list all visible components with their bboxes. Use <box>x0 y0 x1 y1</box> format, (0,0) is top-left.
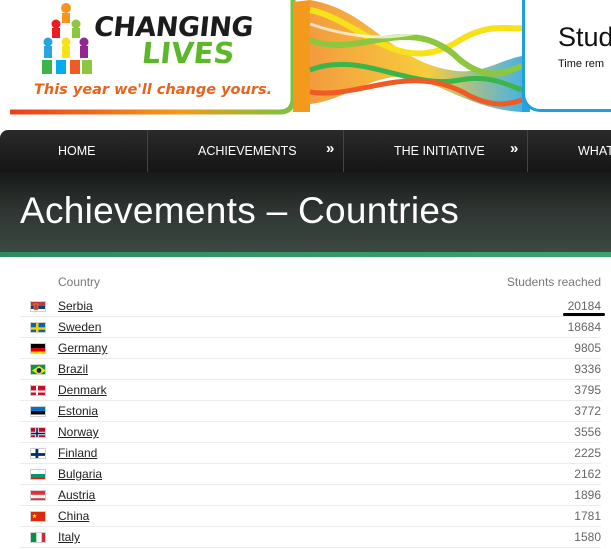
students-count: 2225 <box>574 446 601 460</box>
countries-table: Serbia 20184 Sweden 18684 Germany 9805 B… <box>20 296 601 548</box>
table-row: Germany 9805 <box>20 338 601 359</box>
table-row: Sweden 18684 <box>20 317 601 338</box>
table-row: Denmark 3795 <box>20 380 601 401</box>
table-row: Serbia 20184 <box>20 296 601 317</box>
students-count: 20184 <box>567 299 601 313</box>
header-title: Stud <box>558 22 611 52</box>
table-row: Finland 2225 <box>20 443 601 464</box>
logo-tagline: This year we'll change yours. <box>34 82 273 98</box>
country-link[interactable]: Germany <box>58 341 107 355</box>
site-header: CHANGING LIVES This year we'll change yo… <box>0 0 611 130</box>
nav-divider <box>527 130 528 172</box>
country-link[interactable]: China <box>58 509 89 523</box>
austria-flag-icon <box>30 490 46 501</box>
table-row: China 1781 <box>20 506 601 527</box>
country-link[interactable]: Italy <box>58 530 80 544</box>
country-link[interactable]: Sweden <box>58 320 101 334</box>
annotation-underline <box>563 313 605 316</box>
country-link[interactable]: Austria <box>58 488 95 502</box>
students-count: 1580 <box>574 530 601 544</box>
table-row: Estonia 3772 <box>20 401 601 422</box>
country-link[interactable]: Brazil <box>58 362 88 376</box>
table-row: Brazil 9336 <box>20 359 601 380</box>
estonia-flag-icon <box>30 406 46 417</box>
logo-text-lives: LIVES <box>140 36 237 70</box>
table-row: Austria 1896 <box>20 485 601 506</box>
country-link[interactable]: Norway <box>58 425 99 439</box>
nav-item-the-initiative[interactable]: THE INITIATIVE <box>394 130 485 172</box>
people-tower-icon <box>42 3 92 74</box>
nav-item-home[interactable]: HOME <box>58 130 96 172</box>
students-count: 9805 <box>574 341 601 355</box>
students-count: 1896 <box>574 488 601 502</box>
country-link[interactable]: Bulgaria <box>58 467 102 481</box>
germany-flag-icon <box>30 343 46 354</box>
denmark-flag-icon <box>30 385 46 396</box>
serbia-flag-icon <box>30 301 46 312</box>
students-count: 3772 <box>574 404 601 418</box>
header-subtitle: Time rem <box>558 58 605 70</box>
students-count: 3795 <box>574 383 601 397</box>
nav-divider <box>147 130 148 172</box>
column-header-students-reached: Students reached <box>506 275 601 289</box>
students-count: 9336 <box>574 362 601 376</box>
bulgaria-flag-icon <box>30 469 46 480</box>
italy-flag-icon <box>30 532 46 543</box>
chevron-right-icon[interactable]: » <box>326 140 334 157</box>
china-flag-icon <box>30 511 46 522</box>
table-row: Bulgaria 2162 <box>20 464 601 485</box>
students-count: 2162 <box>574 467 601 481</box>
table-row: Norway 3556 <box>20 422 601 443</box>
column-header-country: Country <box>58 275 101 289</box>
header-info-panel <box>522 0 611 112</box>
chevron-right-icon[interactable]: » <box>510 140 518 157</box>
country-link[interactable]: Finland <box>58 446 97 460</box>
table-row: Italy 1580 <box>20 527 601 548</box>
students-count: 3556 <box>574 425 601 439</box>
nav-divider <box>343 130 344 172</box>
sweden-flag-icon <box>30 322 46 333</box>
norway-flag-icon <box>30 427 46 438</box>
country-link[interactable]: Estonia <box>58 404 98 418</box>
country-link[interactable]: Serbia <box>58 299 93 313</box>
site-logo[interactable]: CHANGING LIVES This year we'll change yo… <box>0 0 290 118</box>
students-count: 1781 <box>574 509 601 523</box>
main-nav: HOME ACHIEVEMENTS » THE INITIATIVE » WHA… <box>0 130 611 172</box>
country-link[interactable]: Denmark <box>58 383 107 397</box>
page-title: Achievements – Countries <box>20 190 460 231</box>
nav-item-what[interactable]: WHAT <box>578 130 611 172</box>
nav-item-achievements[interactable]: ACHIEVEMENTS <box>198 130 297 172</box>
students-count: 18684 <box>567 320 601 334</box>
brazil-flag-icon <box>30 364 46 375</box>
finland-flag-icon <box>30 448 46 459</box>
